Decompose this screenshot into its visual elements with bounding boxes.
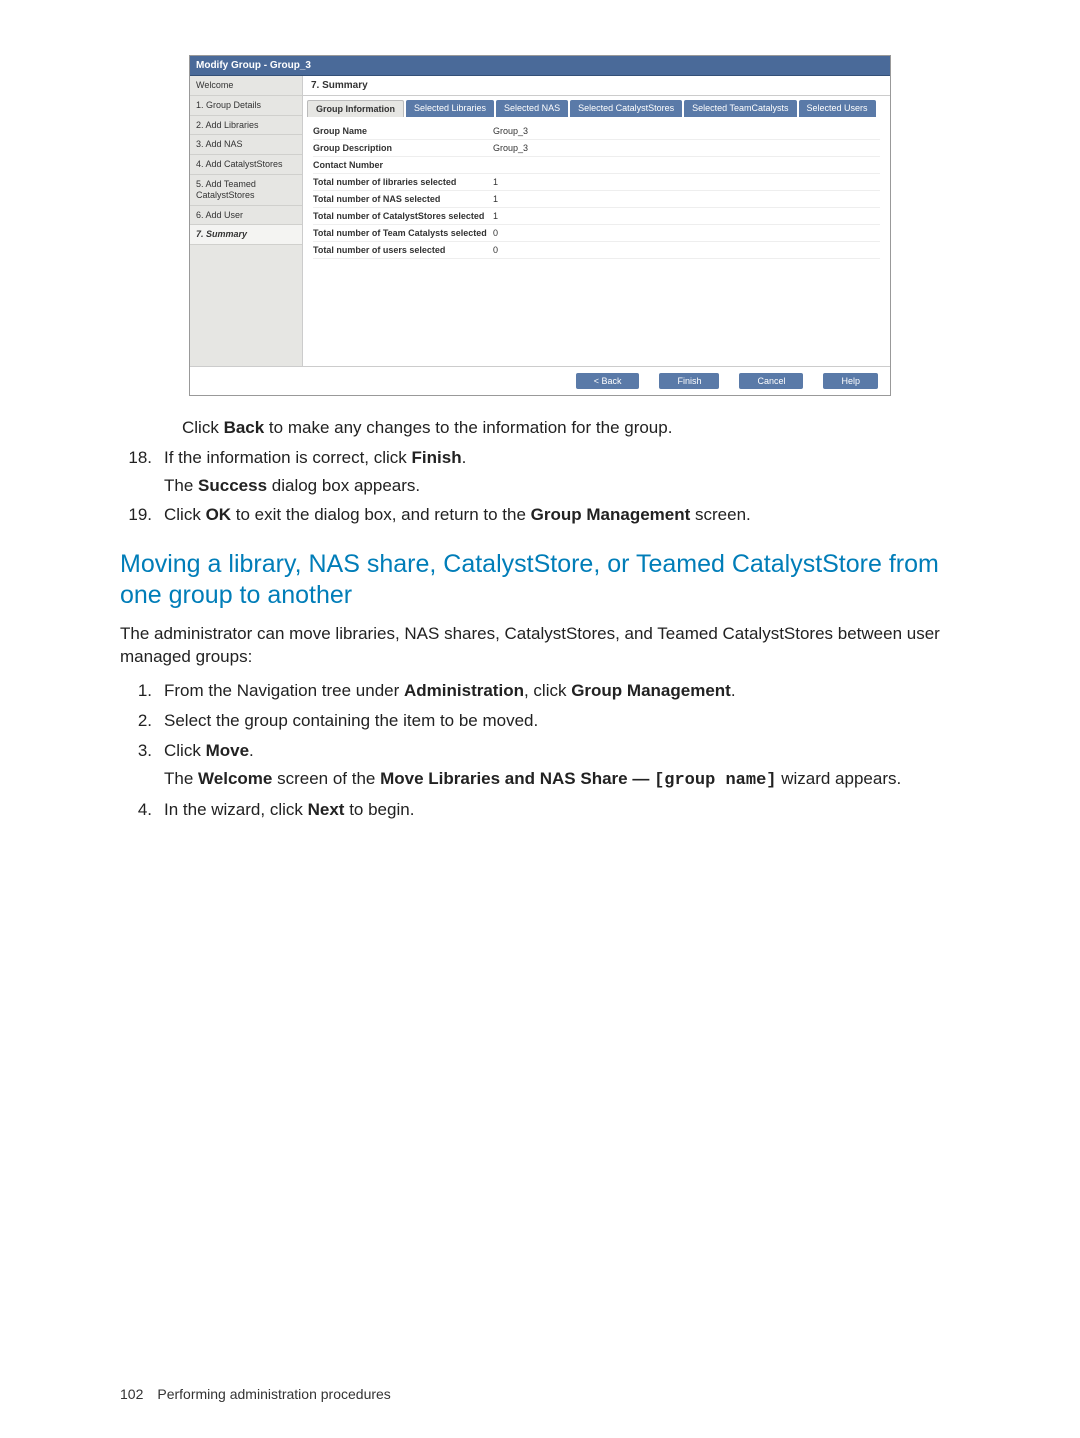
step-number: 1. <box>120 679 164 703</box>
step-add-teamed-catalyststores[interactable]: 5. Add Teamed CatalystStores <box>190 175 302 206</box>
footer-title: Performing administration procedures <box>157 1386 390 1402</box>
tab-selected-catalyststores[interactable]: Selected CatalystStores <box>570 100 682 117</box>
value-group-description: Group_3 <box>493 143 880 153</box>
value-total-nas: 1 <box>493 194 880 204</box>
tab-strip: Group Information Selected Libraries Sel… <box>303 96 890 117</box>
label-total-catalyststores: Total number of CatalystStores selected <box>313 211 493 221</box>
label-group-description: Group Description <box>313 143 493 153</box>
para-click-back: Click Back to make any changes to the in… <box>120 416 960 440</box>
label-total-team-catalysts: Total number of Team Catalysts selected <box>313 228 493 238</box>
window-titlebar: Modify Group - Group_3 <box>190 56 890 76</box>
step-group-details[interactable]: 1. Group Details <box>190 96 302 116</box>
step-add-catalyststores[interactable]: 4. Add CatalystStores <box>190 155 302 175</box>
page-footer: 102 Performing administration procedures <box>120 1386 391 1402</box>
value-total-users: 0 <box>493 245 880 255</box>
step-add-nas[interactable]: 3. Add NAS <box>190 135 302 155</box>
wizard-button-bar: < Back Finish Cancel Help <box>190 366 890 395</box>
value-total-team-catalysts: 0 <box>493 228 880 238</box>
wizard-screenshot: Modify Group - Group_3 Welcome 1. Group … <box>189 55 891 396</box>
step-18: 18. If the information is correct, click… <box>120 446 960 498</box>
wizard-steps-panel: Welcome 1. Group Details 2. Add Librarie… <box>190 76 303 366</box>
step-number: 2. <box>120 709 164 733</box>
back-button[interactable]: < Back <box>576 373 640 389</box>
step-number: 4. <box>120 798 164 822</box>
label-total-libraries: Total number of libraries selected <box>313 177 493 187</box>
tab-selected-nas[interactable]: Selected NAS <box>496 100 568 117</box>
step-welcome[interactable]: Welcome <box>190 76 302 96</box>
label-total-users: Total number of users selected <box>313 245 493 255</box>
step-add-user[interactable]: 6. Add User <box>190 206 302 226</box>
step-summary[interactable]: 7. Summary <box>190 225 302 245</box>
summary-table: Group NameGroup_3 Group DescriptionGroup… <box>303 117 890 366</box>
move-step-2: 2. Select the group containing the item … <box>120 709 960 733</box>
move-step-3: 3. Click Move. The Welcome screen of the… <box>120 739 960 793</box>
page-number: 102 <box>120 1386 143 1402</box>
value-contact-number <box>493 160 880 170</box>
value-group-name: Group_3 <box>493 126 880 136</box>
summary-heading: 7. Summary <box>303 76 890 96</box>
help-button[interactable]: Help <box>823 373 878 389</box>
step-number: 19. <box>120 503 164 527</box>
step-number: 3. <box>120 739 164 793</box>
tab-selected-users[interactable]: Selected Users <box>799 100 876 117</box>
label-group-name: Group Name <box>313 126 493 136</box>
step-add-libraries[interactable]: 2. Add Libraries <box>190 116 302 136</box>
value-total-catalyststores: 1 <box>493 211 880 221</box>
cancel-button[interactable]: Cancel <box>739 373 803 389</box>
move-step-1: 1. From the Navigation tree under Admini… <box>120 679 960 703</box>
step-number: 18. <box>120 446 164 498</box>
label-contact-number: Contact Number <box>313 160 493 170</box>
tab-selected-teamcatalysts[interactable]: Selected TeamCatalysts <box>684 100 796 117</box>
tab-group-information[interactable]: Group Information <box>307 100 404 117</box>
section-heading: Moving a library, NAS share, CatalystSto… <box>120 549 960 612</box>
tab-selected-libraries[interactable]: Selected Libraries <box>406 100 494 117</box>
label-total-nas: Total number of NAS selected <box>313 194 493 204</box>
move-step-4: 4. In the wizard, click Next to begin. <box>120 798 960 822</box>
value-total-libraries: 1 <box>493 177 880 187</box>
intro-paragraph: The administrator can move libraries, NA… <box>120 622 960 670</box>
step-19: 19. Click OK to exit the dialog box, and… <box>120 503 960 527</box>
finish-button[interactable]: Finish <box>659 373 719 389</box>
